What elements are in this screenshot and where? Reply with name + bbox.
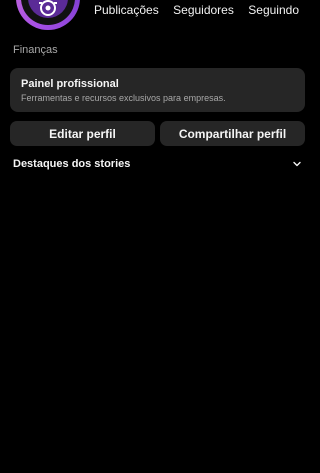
avatar-logo-icon xyxy=(39,0,57,16)
avatar[interactable] xyxy=(16,0,80,30)
edit-profile-button[interactable]: Editar perfil xyxy=(10,121,155,146)
professional-dashboard-title: Painel profissional xyxy=(21,78,119,90)
stat-following-label[interactable]: Seguindo xyxy=(248,3,299,17)
professional-dashboard-subtitle: Ferramentas e recursos exclusivos para e… xyxy=(21,93,226,103)
stat-followers-label[interactable]: Seguidores xyxy=(173,3,234,17)
share-profile-button[interactable]: Compartilhar perfil xyxy=(160,121,305,146)
profile-category: Finanças xyxy=(13,44,58,56)
chevron-down-icon[interactable] xyxy=(291,158,303,170)
avatar-image xyxy=(28,0,68,18)
story-highlights-header[interactable]: Destaques dos stories xyxy=(13,158,303,170)
professional-dashboard-card[interactable]: Painel profissional Ferramentas e recurs… xyxy=(10,68,305,112)
story-highlights-title: Destaques dos stories xyxy=(13,158,131,170)
stat-posts-label[interactable]: Publicações xyxy=(94,3,159,17)
avatar-frame xyxy=(21,0,75,25)
profile-stats: Publicações Seguidores Seguindo xyxy=(94,3,299,17)
profile-actions: Editar perfil Compartilhar perfil xyxy=(10,121,305,146)
